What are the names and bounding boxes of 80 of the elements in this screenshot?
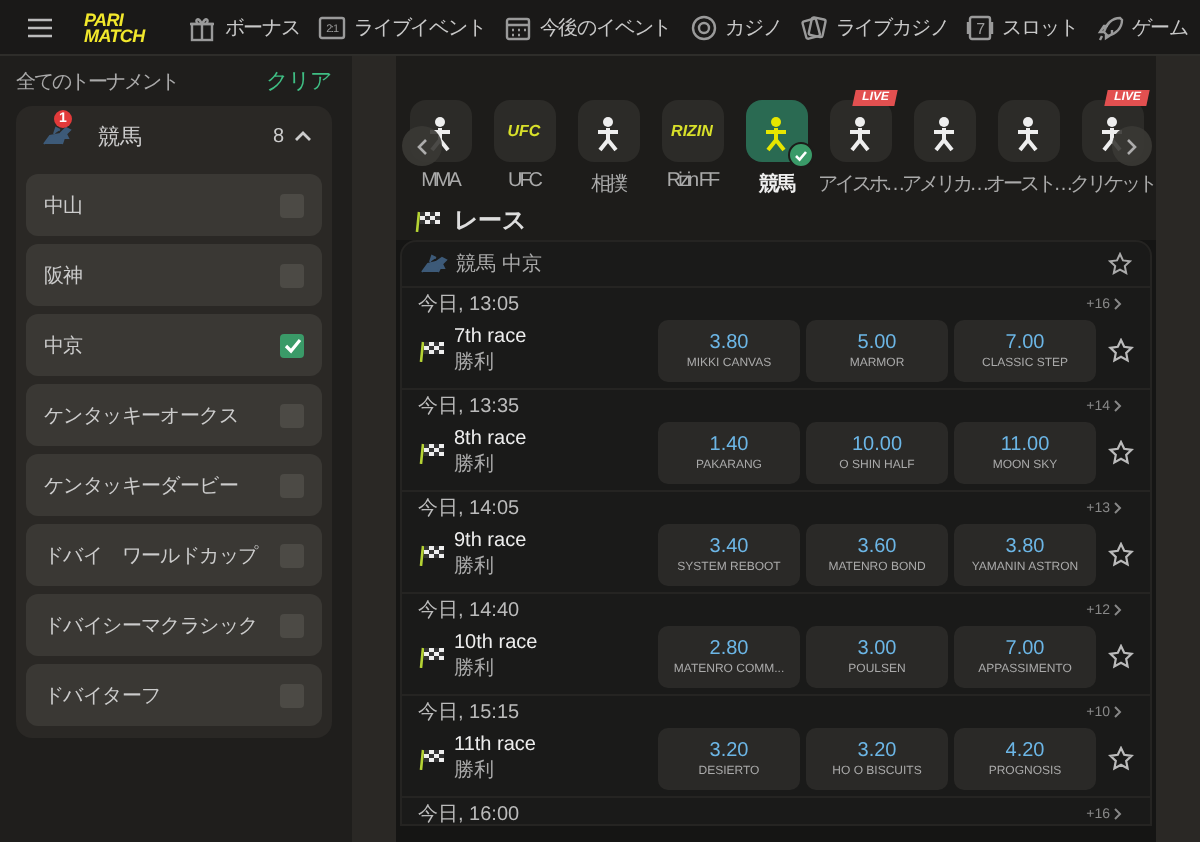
logo[interactable]: PARI MATCH — [84, 11, 145, 43]
checkered-flag-icon — [418, 440, 446, 464]
sport-tab[interactable]: オースト… — [986, 100, 1070, 198]
star-icon — [1108, 252, 1132, 276]
rocket-icon — [1095, 13, 1124, 41]
favorite-button[interactable] — [1108, 541, 1134, 567]
check-badge-icon — [787, 142, 813, 168]
sport-logo: UFC — [507, 122, 541, 140]
chevron-right-icon — [1114, 400, 1122, 412]
race-time: 今日, 14:05 — [418, 496, 520, 522]
race-time: 今日, 16:00 — [418, 802, 520, 828]
menu-button[interactable] — [24, 13, 56, 41]
sport-tab[interactable]: 相撲 — [566, 100, 650, 198]
chevron-right-icon — [1114, 298, 1122, 310]
race-time: 今日, 13:35 — [418, 394, 520, 420]
star-icon — [1108, 337, 1134, 363]
nav-link[interactable]: ボーナス — [188, 13, 300, 41]
nav-link[interactable]: ゲーム — [1095, 13, 1188, 41]
tournament-item[interactable]: ドバイ ワールドカップ — [26, 524, 322, 586]
market-label: 勝利 — [454, 451, 496, 477]
race-time: 今日, 13:05 — [418, 292, 520, 318]
star-icon — [1108, 643, 1134, 669]
market-label: 勝利 — [454, 655, 496, 681]
gift-icon — [188, 13, 217, 41]
slot-machine-icon: 7 — [966, 13, 995, 41]
market-label: 勝利 — [454, 553, 496, 579]
tournament-item[interactable]: ドバイシーマクラシック — [26, 594, 322, 656]
tournament-item[interactable]: 阪神 — [26, 244, 322, 306]
sport-tab[interactable]: RIZIN Rizin FF — [650, 100, 734, 198]
race-time: 今日, 14:40 — [418, 598, 520, 624]
favorite-button[interactable] — [1108, 643, 1134, 669]
league-name: 競馬 中京 — [456, 251, 542, 278]
sport-tab[interactable]: アメリカ… — [902, 100, 986, 198]
race-name[interactable]: 7th race — [454, 325, 658, 347]
race-name[interactable]: 8th race — [454, 427, 658, 449]
star-icon — [1108, 541, 1134, 567]
tournament-item[interactable]: 中山 — [26, 174, 322, 236]
tournament-item[interactable]: ケンタッキーオークス — [26, 384, 322, 446]
menu-icon — [28, 17, 52, 37]
race-name[interactable]: 9th race — [454, 529, 658, 551]
nav-link[interactable]: 7 スロット — [966, 13, 1078, 41]
star-icon — [1108, 439, 1134, 465]
sport-tab[interactable]: UFC UFC — [482, 100, 566, 198]
chevron-right-icon — [1114, 706, 1122, 718]
checkered-flag-icon — [418, 338, 446, 362]
chevron-right-icon — [1126, 137, 1138, 155]
chevron-left-icon — [416, 137, 428, 155]
race-time: 今日, 15:15 — [418, 700, 520, 726]
star-icon — [1108, 745, 1134, 771]
favorite-button[interactable] — [1108, 439, 1134, 465]
tournament-item[interactable]: ケンタッキーダービー — [26, 454, 322, 516]
clear-link[interactable]: クリア — [266, 66, 332, 96]
next-button[interactable] — [1112, 126, 1152, 166]
nav-link[interactable]: カジノ — [689, 13, 782, 41]
chevron-right-icon — [1114, 808, 1122, 820]
race-name[interactable]: 10th race — [454, 631, 658, 653]
checkbox[interactable] — [280, 333, 304, 357]
market-label: 勝利 — [454, 757, 496, 783]
tournament-item[interactable]: ドバイターフ — [26, 664, 322, 726]
nav-link[interactable]: ライブカジノ — [799, 13, 949, 41]
chevron-right-icon — [1114, 604, 1122, 616]
sidebar-title: 全てのトーナメント — [16, 69, 178, 95]
sport-tab[interactable]: 競馬 — [734, 100, 818, 198]
tournament-item[interactable]: 中京 — [26, 314, 322, 376]
checkered-flag-icon — [418, 644, 446, 668]
calendar-icon — [503, 13, 532, 41]
race-name[interactable]: 11th race — [454, 733, 658, 755]
sport-logo: RIZIN — [671, 122, 713, 140]
playing-cards-icon — [799, 13, 828, 41]
checkered-flag-icon — [418, 746, 446, 770]
section-title: レース — [454, 203, 526, 237]
nav-link[interactable]: 今後のイベント — [503, 13, 672, 41]
favorite-button[interactable] — [1108, 745, 1134, 771]
previous-button[interactable] — [402, 126, 442, 166]
market-label: 勝利 — [454, 349, 496, 375]
chevron-right-icon — [1114, 502, 1122, 514]
favorite-button[interactable] — [1108, 337, 1134, 363]
checkered-flag-icon — [418, 542, 446, 566]
checkered-flag-icon — [414, 208, 442, 232]
casino-chip-icon — [689, 13, 718, 41]
